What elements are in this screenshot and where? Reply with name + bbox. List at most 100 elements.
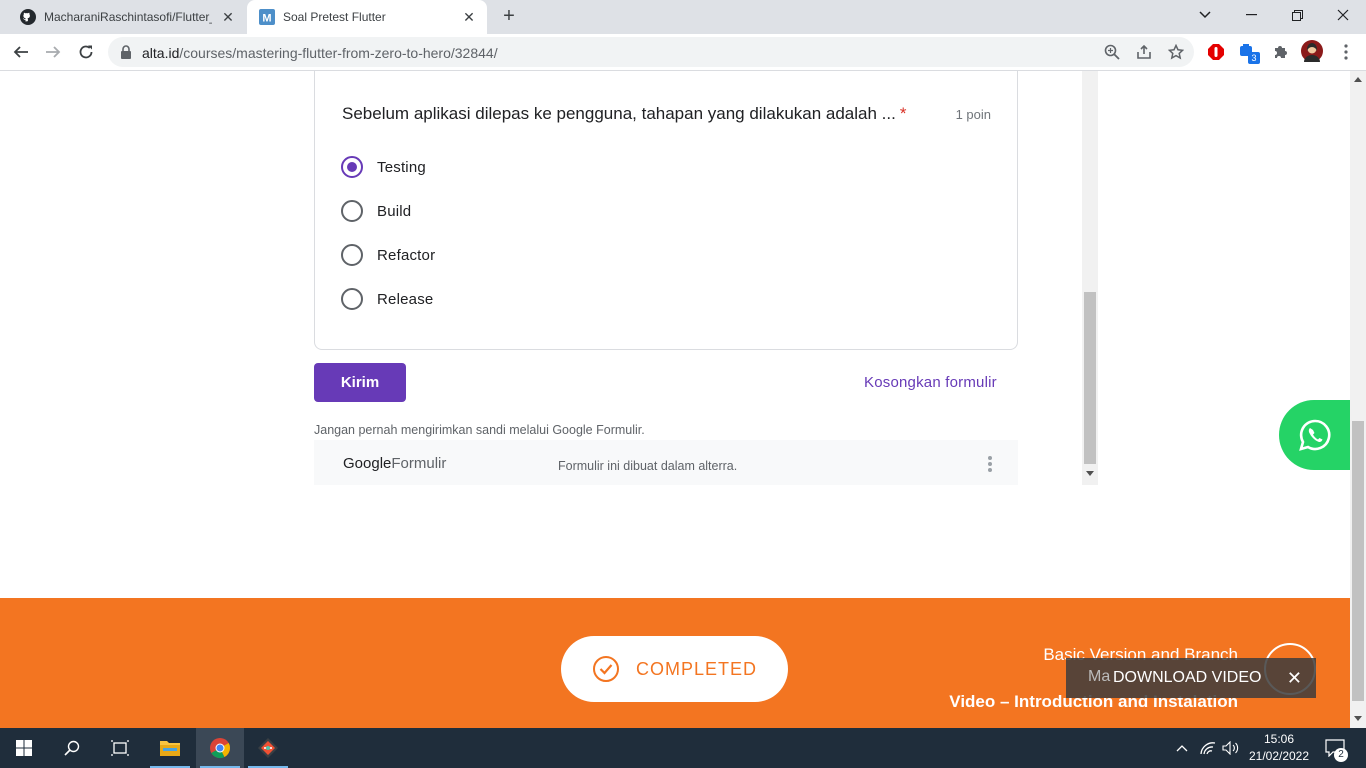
logo-formulir: Formulir	[391, 455, 447, 472]
whatsapp-icon	[1298, 419, 1330, 451]
option-label: Build	[377, 202, 412, 220]
download-video-overlay[interactable]: Ma DOWNLOAD VIDEO ✕	[1066, 658, 1316, 698]
tab-pretest[interactable]: M Soal Pretest Flutter ✕	[247, 0, 487, 34]
extension-badge-icon[interactable]: 3	[1239, 43, 1260, 64]
network-icon[interactable]	[1198, 728, 1218, 768]
notification-count: 2	[1334, 748, 1348, 762]
git-icon	[258, 738, 278, 758]
whatsapp-button[interactable]	[1279, 400, 1350, 470]
scroll-up-arrow-icon[interactable]	[1354, 77, 1362, 82]
tab-title: Soal Pretest Flutter	[283, 10, 386, 24]
action-center-button[interactable]: 2	[1320, 728, 1350, 768]
points-label: 1 poin	[955, 107, 991, 122]
taskbar-clock[interactable]: 15:06 21/02/2022	[1246, 731, 1312, 765]
scroll-down-arrow-icon[interactable]	[1354, 716, 1362, 721]
chrome-taskbar-button[interactable]	[196, 728, 244, 768]
windows-icon	[16, 740, 32, 756]
close-tab-icon[interactable]: ✕	[220, 9, 236, 25]
required-mark: *	[899, 104, 907, 123]
url-host: alta.id	[142, 45, 180, 61]
question-text: Sebelum aplikasi dilepas ke pengguna, ta…	[342, 104, 906, 124]
form-scrollbar[interactable]	[1082, 71, 1098, 485]
file-explorer-button[interactable]	[146, 728, 194, 768]
new-tab-button[interactable]: +	[499, 6, 519, 27]
page-scrollbar-thumb[interactable]	[1352, 421, 1364, 701]
zoom-icon[interactable]	[1104, 44, 1120, 60]
radio[interactable]	[341, 288, 363, 310]
clock-date: 21/02/2022	[1248, 749, 1310, 763]
m-icon: M	[259, 9, 275, 25]
download-video-label: DOWNLOAD VIDEO	[1113, 669, 1262, 686]
option-label: Testing	[377, 158, 426, 176]
logo-google: Google	[343, 455, 392, 472]
scroll-down-arrow-icon[interactable]	[1086, 471, 1094, 476]
option-label: Refactor	[377, 246, 436, 264]
start-button[interactable]	[0, 728, 48, 768]
made-in-note: Formulir ini dibuat dalam alterra.	[558, 459, 738, 473]
chrome-icon	[210, 738, 231, 759]
search-icon	[64, 740, 80, 756]
profile-avatar[interactable]	[1301, 40, 1323, 62]
next-lesson-partial: Ma	[1088, 668, 1111, 685]
forward-button[interactable]	[40, 39, 66, 65]
github-icon	[20, 9, 36, 25]
question-label: Sebelum aplikasi dilepas ke pengguna, ta…	[342, 104, 896, 123]
url-text: alta.id/courses/mastering-flutter-from-z…	[142, 45, 498, 61]
radio[interactable]	[341, 200, 363, 222]
restore-button[interactable]	[1274, 0, 1320, 30]
address-bar[interactable]: alta.id/courses/mastering-flutter-from-z…	[108, 37, 1194, 67]
volume-icon[interactable]	[1220, 728, 1242, 768]
password-warning: Jangan pernah mengirimkan sandi melalui …	[314, 423, 645, 437]
close-tab-icon[interactable]: ✕	[461, 9, 477, 25]
completed-label: COMPLETED	[635, 658, 758, 679]
option-label: Release	[377, 290, 434, 308]
browser-menu-icon[interactable]	[1337, 43, 1355, 61]
completed-button[interactable]: COMPLETED	[561, 636, 788, 702]
browser-tabstrip: MacharaniRaschintasofi/Flutter_M ✕ M Soa…	[0, 0, 1366, 34]
task-view-icon	[111, 740, 129, 756]
option-build[interactable]: Build	[341, 199, 411, 223]
google-forms-logo[interactable]: GoogleFormulir	[343, 455, 446, 472]
extension-badge-count: 3	[1248, 52, 1260, 64]
share-icon[interactable]	[1136, 44, 1152, 60]
search-button[interactable]	[48, 728, 96, 768]
url-path: /courses/mastering-flutter-from-zero-to-…	[179, 45, 498, 61]
task-view-button[interactable]	[96, 728, 144, 768]
tab-github[interactable]: MacharaniRaschintasofi/Flutter_M ✕	[8, 0, 246, 34]
windows-taskbar: 15:06 21/02/2022 2	[0, 728, 1366, 768]
tab-search-icon[interactable]	[1182, 0, 1228, 30]
clear-form-link[interactable]: Kosongkan formulir	[864, 374, 997, 391]
clock-time: 15:06	[1263, 732, 1295, 746]
page-scrollbar[interactable]	[1350, 71, 1366, 728]
minimize-button[interactable]	[1228, 0, 1274, 30]
lock-icon	[121, 45, 131, 59]
option-release[interactable]: Release	[341, 287, 433, 311]
back-button[interactable]	[8, 39, 34, 65]
form-scrollbar-thumb[interactable]	[1084, 292, 1096, 464]
tray-overflow-icon[interactable]	[1172, 728, 1192, 768]
adblock-icon[interactable]	[1207, 43, 1225, 61]
browser-toolbar: alta.id/courses/mastering-flutter-from-z…	[0, 34, 1366, 71]
bookmark-star-icon[interactable]	[1168, 44, 1184, 60]
arrow-left-icon	[13, 46, 28, 58]
question-card: Sebelum aplikasi dilepas ke pengguna, ta…	[314, 71, 1018, 350]
submit-button[interactable]: Kirim	[314, 363, 406, 402]
radio-selected[interactable]	[341, 156, 363, 178]
reload-icon	[79, 45, 93, 59]
git-taskbar-button[interactable]	[244, 728, 292, 768]
extensions-puzzle-icon[interactable]	[1271, 43, 1289, 61]
option-testing[interactable]: Testing	[341, 155, 426, 179]
page-content: Sebelum aplikasi dilepas ke pengguna, ta…	[0, 71, 1350, 728]
more-options-icon[interactable]	[988, 456, 992, 472]
close-icon[interactable]: ✕	[1287, 668, 1302, 688]
reload-button[interactable]	[73, 39, 99, 65]
course-nav-bar: COMPLETED Basic Version and Branch Video…	[0, 598, 1350, 728]
tab-title: MacharaniRaschintasofi/Flutter_M	[44, 10, 212, 24]
folder-icon	[160, 741, 180, 756]
arrow-right-icon	[46, 46, 61, 58]
google-forms-footer: GoogleFormulir Formulir ini dibuat dalam…	[314, 440, 1018, 485]
svg-text:M: M	[262, 13, 271, 25]
option-refactor[interactable]: Refactor	[341, 243, 435, 267]
radio[interactable]	[341, 244, 363, 266]
close-window-button[interactable]	[1320, 0, 1366, 30]
